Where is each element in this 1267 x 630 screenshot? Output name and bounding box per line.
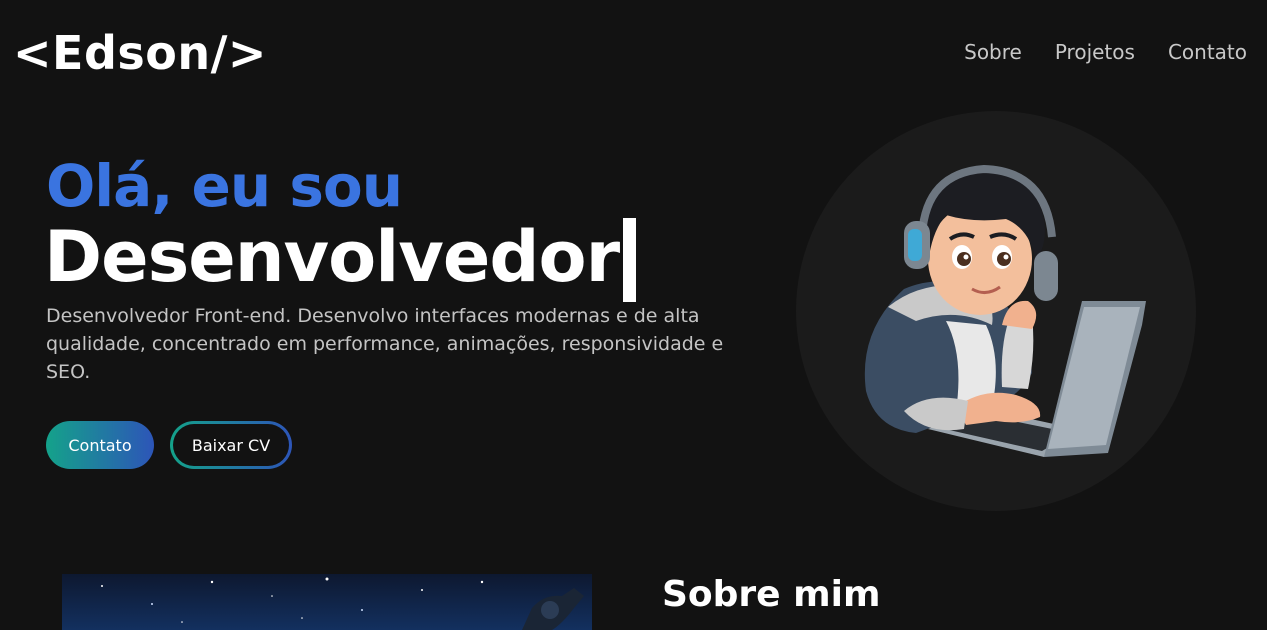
hero-role: Desenvolvedor [44, 212, 637, 302]
about-image [62, 574, 592, 630]
nav-link-projetos[interactable]: Projetos [1055, 40, 1135, 64]
typing-cursor [623, 218, 637, 302]
download-cv-button[interactable]: Baixar CV [170, 421, 292, 469]
avatar [796, 111, 1196, 511]
nav-link-contato[interactable]: Contato [1168, 40, 1247, 64]
hero-greeting: Olá, eu sou [46, 152, 403, 220]
hero-role-text: Desenvolvedor [44, 216, 620, 298]
about-section-title: Sobre mim [662, 574, 881, 615]
main-nav: Sobre Projetos Contato [964, 40, 1247, 64]
logo[interactable]: <Edson/> [13, 26, 267, 80]
hero-description: Desenvolvedor Front-end. Desenvolvo inte… [46, 305, 724, 383]
developer-avatar-illustration-icon [864, 164, 1146, 457]
contact-button[interactable]: Contato [46, 421, 154, 469]
nav-link-sobre[interactable]: Sobre [964, 40, 1022, 64]
night-sky-telescope-image-icon [101, 577, 584, 630]
download-cv-button-label: Baixar CV [173, 424, 289, 466]
